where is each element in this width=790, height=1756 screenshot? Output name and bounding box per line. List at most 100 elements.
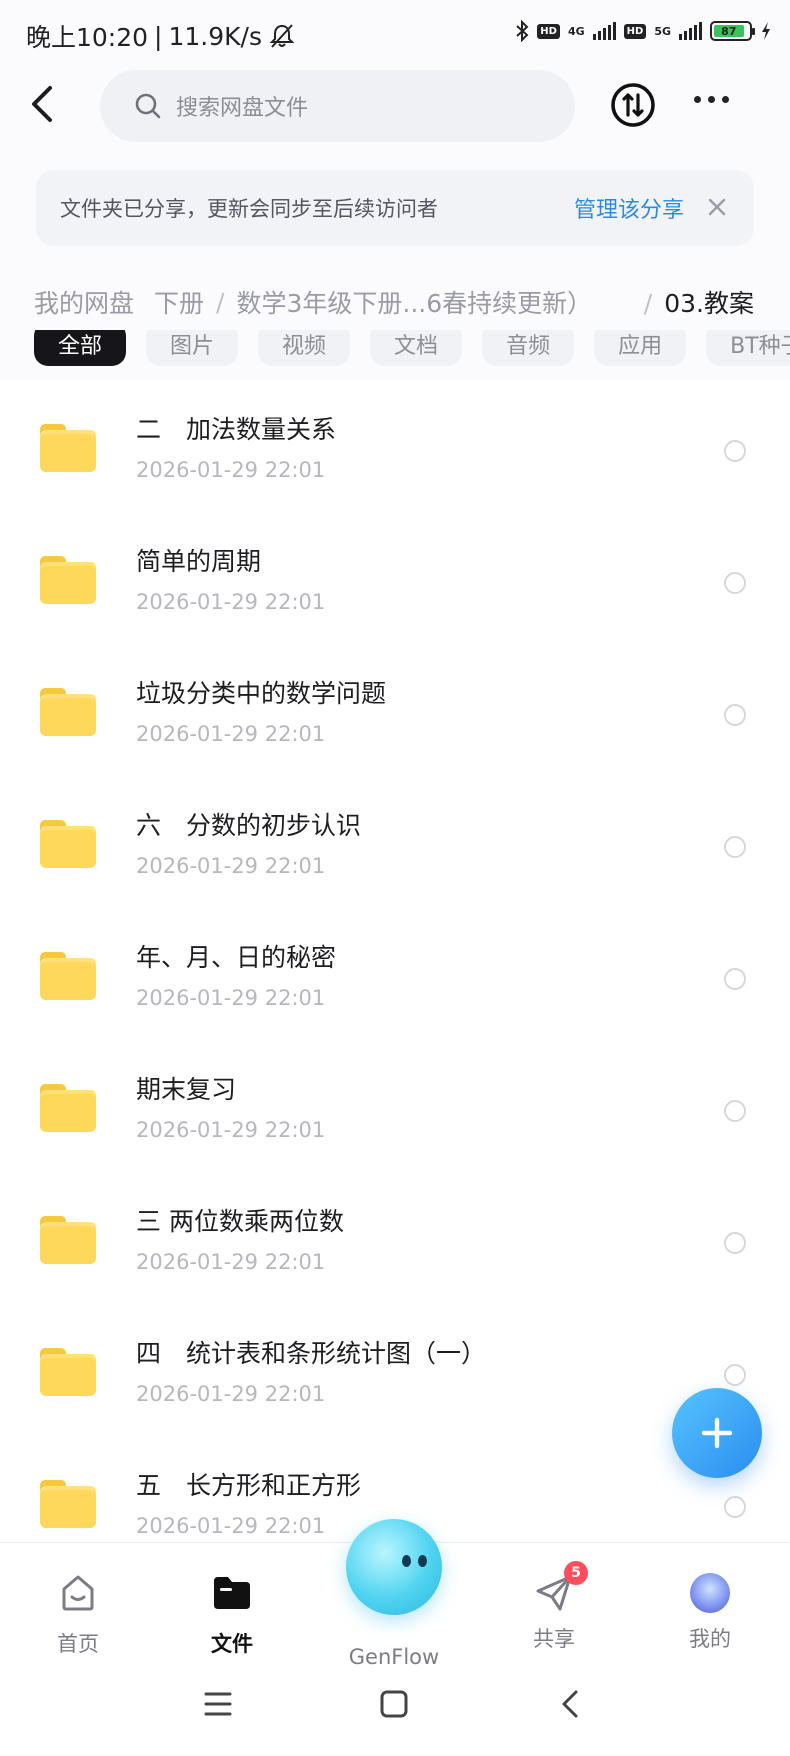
filter-chip[interactable]: 图片 — [146, 330, 239, 366]
folder-icon — [40, 820, 96, 868]
hd-badge-1: HD — [537, 23, 560, 39]
file-name: 六 分数的初步认识 — [136, 811, 362, 840]
status-bar: 晚上10:20 | 11.9K/s HD 4G HD 5G 87 — [0, 0, 790, 72]
select-radio[interactable] — [724, 572, 746, 594]
home-icon — [62, 1575, 94, 1611]
nav-share[interactable]: 5 共享 — [494, 1561, 614, 1653]
file-name: 简单的周期 — [136, 547, 262, 576]
select-radio[interactable] — [724, 968, 746, 990]
filter-chip[interactable]: 文档 — [370, 330, 463, 366]
bluetooth-icon — [516, 20, 529, 42]
file-date: 2026-01-29 22:01 — [136, 1514, 326, 1538]
file-name: 三 两位数乘两位数 — [136, 1207, 344, 1236]
plus-icon — [701, 1417, 733, 1449]
menu-icon[interactable] — [196, 1682, 240, 1726]
status-speed: 11.9K/s — [168, 21, 262, 51]
signal-bars-1-icon — [592, 22, 616, 40]
file-name: 年、月、日的秘密 — [136, 943, 337, 972]
nav-home[interactable]: 首页 — [18, 1571, 138, 1658]
list-item[interactable]: 四 统计表和条形统计图（一） 2026-01-29 22:01 — [0, 1304, 790, 1436]
select-radio[interactable] — [724, 836, 746, 858]
nav-me[interactable]: 我的 — [650, 1571, 770, 1653]
breadcrumb-current: / 03.教案 — [597, 284, 754, 320]
folder-icon — [40, 688, 96, 736]
home-square-icon[interactable] — [372, 1682, 416, 1726]
select-radio[interactable] — [724, 704, 746, 726]
filter-chip-row: 全部图片视频文档音频应用 BT种子 — [34, 330, 790, 366]
file-date: 2026-01-29 22:01 — [136, 986, 326, 1010]
file-date: 2026-01-29 22:01 — [136, 722, 326, 746]
breadcrumb: 我的网盘 下册 / 数学3年级下册...6春持续更新） / 03.教案 — [34, 282, 774, 322]
manage-share-link[interactable]: 管理该分享 — [574, 192, 684, 224]
status-right: HD 4G HD 5G 87 — [515, 20, 772, 42]
list-item[interactable]: 六 分数的初步认识 2026-01-29 22:01 — [0, 776, 790, 908]
system-back-icon[interactable] — [550, 1682, 594, 1726]
genflow-eye-left — [402, 1555, 411, 1567]
select-radio[interactable] — [724, 1496, 746, 1518]
banner-text: 文件夹已分享，更新会同步至后续访问者 — [60, 197, 438, 221]
breadcrumb-level2[interactable]: 数学3年级下册...6春持续更新） — [236, 284, 592, 320]
file-name: 垃圾分类中的数学问题 — [136, 679, 387, 708]
file-name: 期末复习 — [136, 1075, 237, 1104]
breadcrumb-separator: / — [216, 287, 225, 317]
genflow-mascot[interactable] — [346, 1519, 442, 1615]
select-radio[interactable] — [724, 1100, 746, 1122]
status-time: 晚上10:20 — [26, 23, 149, 52]
search-input[interactable]: 搜索网盘文件 — [100, 70, 575, 142]
folder-icon — [40, 1348, 96, 1396]
close-icon[interactable] — [706, 196, 728, 218]
file-date: 2026-01-29 22:01 — [136, 1382, 326, 1406]
list-item[interactable]: 简单的周期 2026-01-29 22:01 — [0, 512, 790, 644]
list-item[interactable]: 期末复习 2026-01-29 22:01 — [0, 1040, 790, 1172]
filter-chip[interactable]: 应用 — [594, 330, 687, 366]
file-date: 2026-01-29 22:01 — [136, 1250, 326, 1274]
filter-chip[interactable]: 音频 — [482, 330, 575, 366]
filter-chip[interactable]: BT种子 — [706, 330, 790, 366]
nav-files[interactable]: 文件 — [172, 1571, 292, 1658]
network-5g: 5G — [654, 24, 671, 38]
folder-icon — [40, 1480, 96, 1528]
search-placeholder: 搜索网盘文件 — [176, 96, 309, 121]
system-nav-bar — [0, 1660, 790, 1756]
file-date: 2026-01-29 22:01 — [136, 1118, 326, 1142]
folder-icon — [40, 952, 96, 1000]
list-item[interactable]: 垃圾分类中的数学问题 2026-01-29 22:01 — [0, 644, 790, 776]
signal-bars-2-icon — [679, 22, 702, 40]
filter-chip[interactable]: 全部 — [34, 330, 127, 366]
top-bar: 搜索网盘文件 — [0, 66, 790, 142]
list-item[interactable]: 三 两位数乘两位数 2026-01-29 22:01 — [0, 1172, 790, 1304]
mute-bell-icon — [269, 24, 295, 48]
transfer-list-icon[interactable] — [610, 82, 656, 128]
add-button[interactable] — [672, 1388, 762, 1478]
search-icon — [135, 93, 161, 119]
more-options-icon[interactable] — [694, 96, 729, 103]
status-divider: | — [154, 21, 163, 51]
file-date: 2026-01-29 22:01 — [136, 458, 326, 482]
filter-chip[interactable]: 视频 — [258, 330, 351, 366]
select-radio[interactable] — [724, 440, 746, 462]
genflow-eye-right — [418, 1555, 427, 1567]
battery-icon: 87 — [710, 21, 755, 41]
status-left: 晚上10:20 | 11.9K/s — [26, 18, 296, 54]
breadcrumb-root[interactable]: 我的网盘 — [34, 284, 134, 320]
list-item[interactable]: 二 加法数量关系 2026-01-29 22:01 — [0, 380, 790, 512]
file-date: 2026-01-29 22:01 — [136, 590, 326, 614]
share-icon-wrap: 5 — [532, 1561, 588, 1615]
back-arrow-icon[interactable] — [26, 84, 62, 124]
filter-chips: 全部图片视频文档音频应用 BT种子 — [34, 330, 790, 374]
list-item[interactable]: 年、月、日的秘密 2026-01-29 22:01 — [0, 908, 790, 1040]
file-list: 二 加法数量关系 2026-01-29 22:01 简单的周期 2026-01-29 … — [0, 380, 790, 1542]
nav-files-label: 文件 — [211, 1632, 253, 1656]
file-name: 二 加法数量关系 — [136, 415, 337, 444]
breadcrumb-level1[interactable]: 下册 — [154, 284, 204, 320]
file-name: 四 统计表和条形统计图（一） — [136, 1339, 487, 1368]
nav-share-label: 共享 — [533, 1627, 575, 1651]
folder-icon — [40, 424, 96, 472]
select-radio[interactable] — [724, 1364, 746, 1386]
nav-home-label: 首页 — [57, 1632, 99, 1656]
share-badge: 5 — [564, 1561, 588, 1585]
select-radio[interactable] — [724, 1232, 746, 1254]
folder-icon — [40, 1216, 96, 1264]
share-banner: 文件夹已分享，更新会同步至后续访问者 管理该分享 — [36, 170, 754, 246]
folder-icon — [40, 556, 96, 604]
